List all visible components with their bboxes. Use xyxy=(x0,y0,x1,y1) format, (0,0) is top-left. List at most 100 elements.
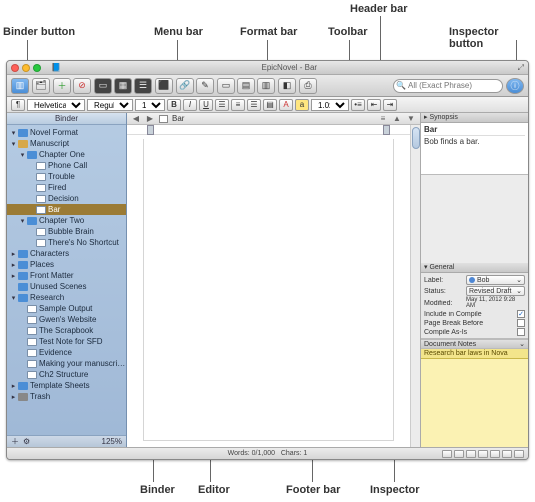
binder-add-button[interactable]: ＋ xyxy=(11,436,19,447)
font-size-select[interactable]: 12 xyxy=(135,99,165,111)
notes-body[interactable] xyxy=(421,359,528,447)
disclosure-triangle-icon[interactable]: ▾ xyxy=(9,129,18,137)
disclosure-triangle-icon[interactable]: ▸ xyxy=(9,250,18,258)
notes-header[interactable]: Document Notes⌄ xyxy=(421,339,528,349)
align-justify-button[interactable]: ▤ xyxy=(263,99,277,111)
general-header[interactable]: ▾ General xyxy=(421,263,528,273)
search-field[interactable]: 🔍 xyxy=(393,79,503,93)
inspector-toggle-button[interactable]: ⓘ xyxy=(506,78,524,94)
nav-up-button[interactable]: ▲ xyxy=(392,114,402,123)
binder-item[interactable]: ▸Template Sheets xyxy=(7,380,126,391)
disclosure-triangle-icon[interactable]: ▾ xyxy=(18,151,27,159)
binder-item[interactable]: ▸Trash xyxy=(7,391,126,402)
binder-item[interactable]: Decision xyxy=(7,193,126,204)
view-outline-button[interactable]: ☰ xyxy=(134,78,152,94)
scrollbar-thumb[interactable] xyxy=(412,127,420,149)
binder-item[interactable]: The Scrapbook xyxy=(7,325,126,336)
split-v-button[interactable]: ▥ xyxy=(257,78,275,94)
compile-checkbox[interactable]: ✓ xyxy=(517,310,525,318)
editor-menu-button[interactable]: ≡ xyxy=(378,114,388,123)
search-input[interactable] xyxy=(393,79,503,93)
add-button[interactable]: ＋ xyxy=(53,78,71,94)
binder-item[interactable]: ▾Research xyxy=(7,292,126,303)
binder-zoom[interactable]: 125% xyxy=(102,437,122,446)
bold-button[interactable]: B xyxy=(167,99,181,111)
view-corkboard-button[interactable]: ▦ xyxy=(114,78,132,94)
underline-button[interactable]: U xyxy=(199,99,213,111)
link-button[interactable]: 🔗 xyxy=(176,78,194,94)
binder-toggle-button[interactable]: ▥ xyxy=(11,78,29,94)
ruler[interactable] xyxy=(127,125,410,135)
footer-btn-2[interactable] xyxy=(454,450,464,458)
binder-item[interactable]: Fired xyxy=(7,182,126,193)
nav-back-button[interactable]: ◀ xyxy=(131,114,141,123)
binder-item[interactable]: Bubble Brain xyxy=(7,226,126,237)
binder-item[interactable]: ▸Front Matter xyxy=(7,270,126,281)
align-center-button[interactable]: ≡ xyxy=(231,99,245,111)
binder-item[interactable]: Sample Output xyxy=(7,303,126,314)
binder-item[interactable]: Bar xyxy=(7,204,126,215)
binder-item[interactable]: ▸Characters xyxy=(7,248,126,259)
highlight-button[interactable]: a xyxy=(295,99,309,111)
compose-button[interactable]: ⬛ xyxy=(155,78,173,94)
italic-button[interactable]: I xyxy=(183,99,197,111)
binder-item[interactable]: ▾Novel Format xyxy=(7,127,126,138)
asis-checkbox[interactable] xyxy=(517,328,525,336)
synopsis-card[interactable]: Bar Bob finds a bar. xyxy=(421,123,528,175)
footer-btn-3[interactable] xyxy=(466,450,476,458)
indent-button[interactable]: ⇥ xyxy=(383,99,397,111)
binder-item[interactable]: Making your manuscri… xyxy=(7,358,126,369)
binder-item[interactable]: ▾Chapter One xyxy=(7,149,126,160)
view-document-button[interactable]: ▭ xyxy=(94,78,112,94)
disclosure-triangle-icon[interactable]: ▸ xyxy=(9,261,18,269)
notes-task[interactable]: Research bar laws in Nova Scotia. xyxy=(421,349,528,359)
binder-item[interactable]: There's No Shortcut xyxy=(7,237,126,248)
disclosure-triangle-icon[interactable]: ▸ xyxy=(9,382,18,390)
pagebreak-checkbox[interactable] xyxy=(517,319,525,327)
close-icon[interactable] xyxy=(11,64,19,72)
synopsis-text[interactable]: Bob finds a bar. xyxy=(424,137,525,146)
line-spacing-select[interactable]: 1.0x xyxy=(311,99,349,111)
align-left-button[interactable]: ☰ xyxy=(215,99,229,111)
disclosure-triangle-icon[interactable]: ▸ xyxy=(9,272,18,280)
comment-button[interactable]: ✎ xyxy=(196,78,214,94)
fullscreen-icon[interactable]: ⤢ xyxy=(518,63,524,73)
footer-btn-4[interactable] xyxy=(478,450,488,458)
footer-btn-7[interactable] xyxy=(514,450,524,458)
nav-down-button[interactable]: ▼ xyxy=(406,114,416,123)
label-select[interactable]: Bob⌄ xyxy=(466,275,525,285)
align-right-button[interactable]: ☰ xyxy=(247,99,261,111)
split-none-button[interactable]: ▭ xyxy=(217,78,235,94)
footer-btn-1[interactable] xyxy=(442,450,452,458)
quick-ref-button[interactable]: ◧ xyxy=(278,78,296,94)
collections-button[interactable]: 🗂 xyxy=(32,78,50,94)
binder-item[interactable]: ▾Manuscript xyxy=(7,138,126,149)
binder-tree[interactable]: ▾Novel Format▾Manuscript▾Chapter OnePhon… xyxy=(7,125,126,435)
font-style-select[interactable]: Regular xyxy=(87,99,133,111)
binder-item[interactable]: Evidence xyxy=(7,347,126,358)
binder-item[interactable]: ▸Places xyxy=(7,259,126,270)
binder-item[interactable]: Ch2 Structure xyxy=(7,369,126,380)
style-preset-button[interactable]: ¶ xyxy=(11,99,25,111)
status-select[interactable]: Revised Draft⌄ xyxy=(466,286,525,296)
compile-button[interactable]: ⎙ xyxy=(299,78,317,94)
font-family-select[interactable]: Helvetica xyxy=(27,99,85,111)
disclosure-triangle-icon[interactable]: ▸ xyxy=(9,393,18,401)
editor-body[interactable] xyxy=(127,125,420,447)
footer-btn-5[interactable] xyxy=(490,450,500,458)
binder-item[interactable]: Phone Call xyxy=(7,160,126,171)
disclosure-triangle-icon[interactable]: ▾ xyxy=(18,217,27,225)
zoom-icon[interactable] xyxy=(33,64,41,72)
text-color-button[interactable]: A xyxy=(279,99,293,111)
binder-item[interactable]: Unused Scenes xyxy=(7,281,126,292)
disclosure-triangle-icon[interactable]: ▾ xyxy=(9,140,18,148)
nav-forward-button[interactable]: ▶ xyxy=(145,114,155,123)
binder-item[interactable]: Trouble xyxy=(7,171,126,182)
binder-item[interactable]: Test Note for SFD xyxy=(7,336,126,347)
disclosure-triangle-icon[interactable]: ▾ xyxy=(9,294,18,302)
synopsis-header[interactable]: ▸ Synopsis xyxy=(421,113,528,123)
binder-item[interactable]: Gwen's Website xyxy=(7,314,126,325)
split-h-button[interactable]: ▤ xyxy=(237,78,255,94)
list-button[interactable]: •≡ xyxy=(351,99,365,111)
trash-button[interactable]: ⊘ xyxy=(73,78,91,94)
